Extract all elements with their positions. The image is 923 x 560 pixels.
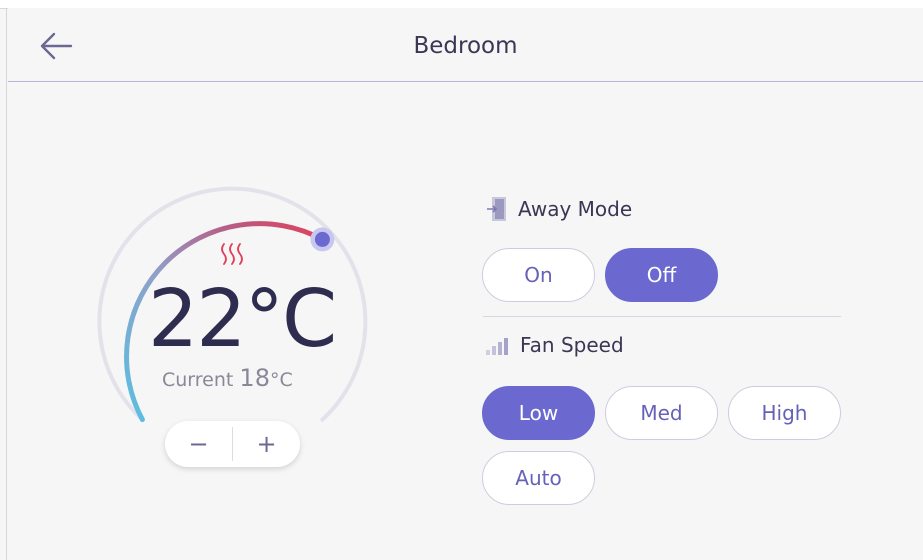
fan-speed-high-button[interactable]: High	[728, 386, 841, 440]
fan-speed-auto-button[interactable]: Auto	[482, 451, 595, 505]
away-mode-off-button[interactable]: Off	[605, 248, 718, 302]
current-temperature-label: Current	[162, 369, 234, 391]
fan-speed-low-button[interactable]: Low	[482, 386, 595, 440]
target-temperature-value: 22	[148, 273, 247, 365]
fan-speed-heading: Fan Speed	[486, 333, 624, 357]
door-exit-icon	[487, 197, 506, 221]
current-temperature: Current 18°C	[162, 364, 322, 392]
signal-bars-icon	[486, 338, 508, 355]
away-mode-label: Away Mode	[518, 197, 633, 221]
decrease-temperature-button[interactable]: −	[165, 421, 232, 467]
fan-speed-med-button[interactable]: Med	[605, 386, 718, 440]
left-edge	[6, 8, 7, 560]
target-temperature-unit: °C	[244, 273, 338, 365]
fan-speed-label: Fan Speed	[520, 333, 624, 357]
arrow-left-icon	[40, 32, 73, 60]
away-mode-on-button[interactable]: On	[482, 248, 595, 302]
temperature-stepper: − +	[165, 421, 300, 467]
app-header: Bedroom	[8, 8, 923, 82]
current-temperature-value: 18	[239, 364, 270, 392]
back-button[interactable]	[38, 30, 74, 62]
heat-waves-icon	[221, 243, 243, 265]
target-temperature: 22°C	[148, 273, 338, 365]
page-title: Bedroom	[413, 33, 518, 59]
away-mode-heading: Away Mode	[486, 195, 632, 223]
current-temperature-unit: °C	[269, 369, 293, 391]
increase-temperature-button[interactable]: +	[233, 421, 300, 467]
section-divider	[483, 316, 841, 317]
